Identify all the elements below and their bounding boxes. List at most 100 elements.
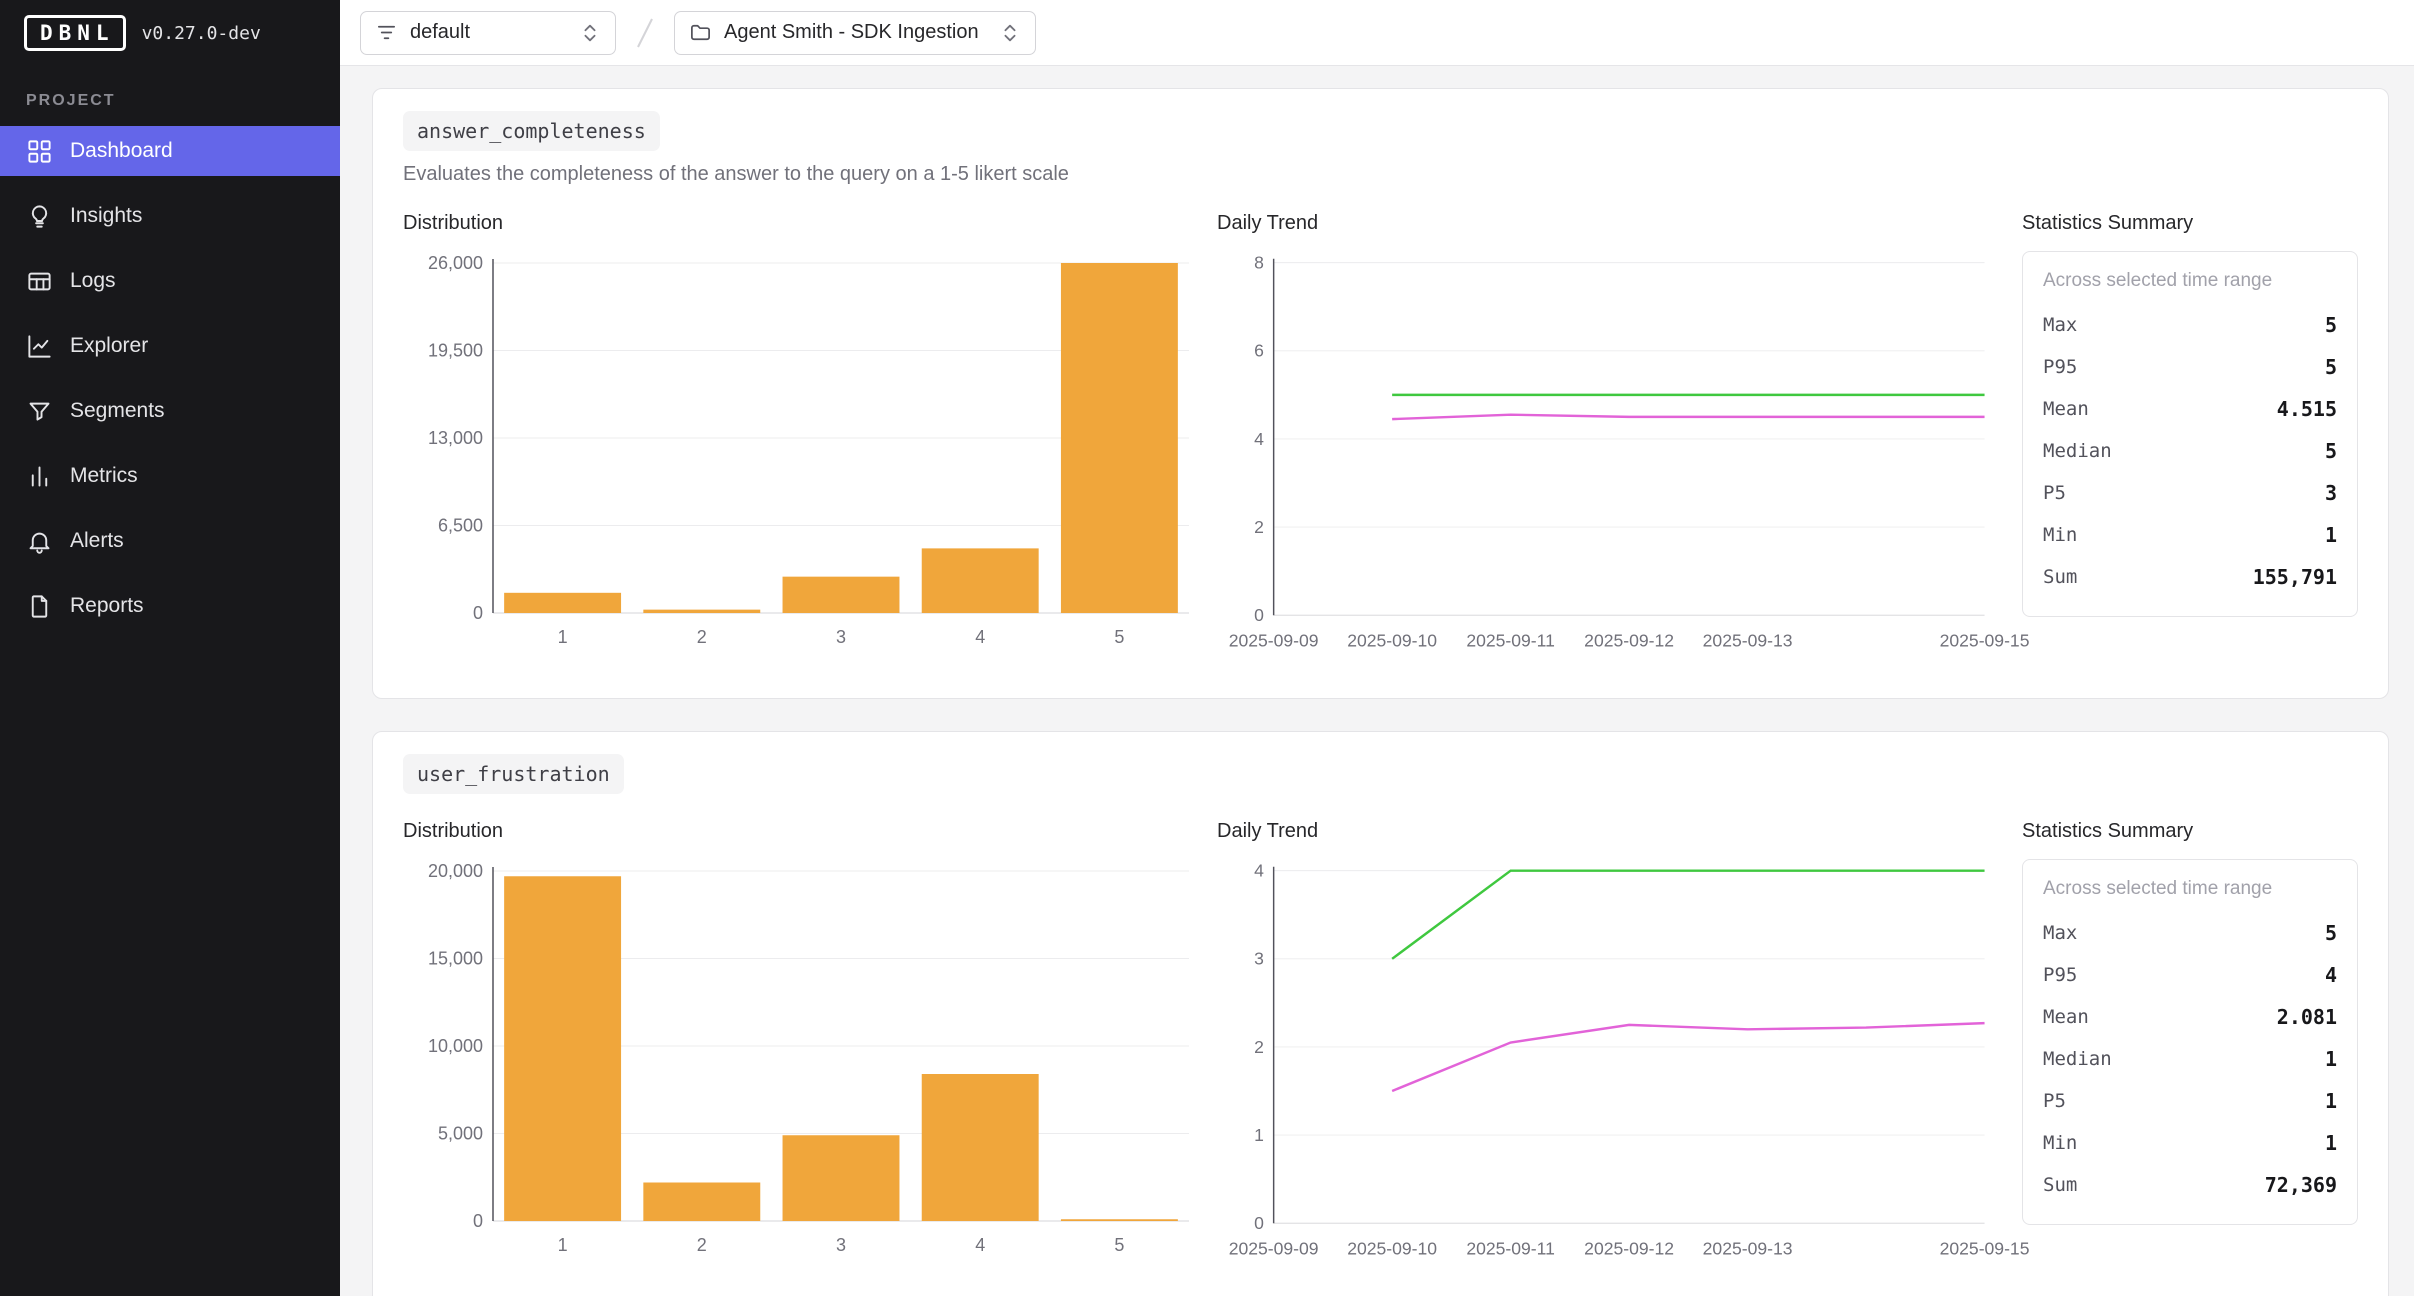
svg-text:2025-09-09: 2025-09-09 (1229, 630, 1319, 650)
sidebar-nav: Dashboard Insights Logs Explorer Segment… (0, 126, 340, 646)
svg-text:6,500: 6,500 (438, 516, 483, 536)
stat-value: 1 (2325, 1047, 2337, 1071)
svg-text:4: 4 (1254, 429, 1264, 449)
svg-text:20,000: 20,000 (428, 861, 483, 881)
stat-row: P954 (2043, 954, 2337, 996)
stat-label: Min (2043, 524, 2077, 546)
svg-text:1: 1 (1254, 1125, 1264, 1145)
svg-text:0: 0 (473, 603, 483, 623)
svg-text:19,500: 19,500 (428, 341, 483, 361)
svg-text:10,000: 10,000 (428, 1036, 483, 1056)
stat-label: Mean (2043, 398, 2089, 420)
stat-value: 3 (2325, 481, 2337, 505)
stat-row: P5 3 (2043, 472, 2337, 514)
dashboard-grid-icon (26, 138, 53, 165)
section-title-statistics: Statistics Summary (2022, 212, 2358, 235)
stat-row: Mean 2.081 (2043, 996, 2337, 1038)
tag-select[interactable]: default (360, 11, 616, 55)
stat-label: P5 (2043, 1090, 2066, 1112)
svg-text:2025-09-11: 2025-09-11 (1466, 1238, 1555, 1258)
stat-label: Mean (2043, 1006, 2089, 1028)
stat-row: Median 1 (2043, 1038, 2337, 1080)
bell-icon (26, 528, 53, 555)
distribution-section: Distribution 06,50013,00019,50026,000123… (403, 212, 1203, 664)
svg-text:4: 4 (975, 627, 985, 647)
sidebar-item-metrics[interactable]: Metrics (0, 451, 340, 501)
distribution-bar-chart: 06,50013,00019,50026,00012345 (403, 249, 1203, 659)
section-title-daily-trend: Daily Trend (1217, 212, 2008, 235)
svg-text:5: 5 (1114, 627, 1124, 647)
main-area: default Agent Smith - SDK Ingestion answ… (340, 0, 2414, 1296)
sidebar-item-segments[interactable]: Segments (0, 386, 340, 436)
filter-icon (375, 21, 398, 44)
svg-text:26,000: 26,000 (428, 253, 483, 273)
version-label: v0.27.0-dev (142, 23, 261, 44)
stat-row: Max5 (2043, 912, 2337, 954)
sidebar-item-label: Reports (70, 594, 144, 618)
statistics-section: Statistics Summary Across selected time … (2022, 212, 2358, 664)
stat-label: P95 (2043, 356, 2077, 378)
stats-note: Across selected time range (2043, 878, 2337, 900)
sidebar-item-logs[interactable]: Logs (0, 256, 340, 306)
project-select-value: Agent Smith - SDK Ingestion (724, 21, 987, 44)
svg-text:2: 2 (697, 1235, 707, 1255)
stat-label: Max (2043, 314, 2077, 336)
section-title-daily-trend: Daily Trend (1217, 820, 2008, 843)
sidebar-item-label: Logs (70, 269, 116, 293)
chevron-up-down-icon (579, 22, 601, 44)
metric-description: Evaluates the completeness of the answer… (403, 163, 2358, 186)
dashboard-content: answer_completeness Evaluates the comple… (340, 66, 2414, 1296)
sidebar-item-alerts[interactable]: Alerts (0, 516, 340, 566)
sidebar-item-explorer[interactable]: Explorer (0, 321, 340, 371)
svg-text:2025-09-13: 2025-09-13 (1703, 1238, 1793, 1258)
daily-trend-line-chart: 012342025-09-092025-09-102025-09-112025-… (1217, 857, 2008, 1272)
stat-row: P955 (2043, 346, 2337, 388)
svg-text:6: 6 (1254, 341, 1264, 361)
folder-icon (689, 21, 712, 44)
stat-value: 5 (2325, 313, 2337, 337)
stat-row: Sum155,791 (2043, 556, 2337, 598)
svg-text:0: 0 (473, 1211, 483, 1231)
svg-text:5: 5 (1114, 1235, 1124, 1255)
stat-row: Median5 (2043, 430, 2337, 472)
funnel-icon (26, 398, 53, 425)
stats-note: Across selected time range (2043, 270, 2337, 292)
stat-label: Min (2043, 1132, 2077, 1154)
project-select[interactable]: Agent Smith - SDK Ingestion (674, 11, 1036, 55)
svg-text:2: 2 (1254, 1037, 1264, 1057)
svg-text:1: 1 (558, 627, 568, 647)
topbar: default Agent Smith - SDK Ingestion (340, 0, 2414, 66)
statistics-summary-box: Across selected time range Max5P954 Mean 2… (2022, 859, 2358, 1225)
stat-value: 4 (2325, 963, 2337, 987)
svg-text:2025-09-12: 2025-09-12 (1584, 1238, 1674, 1258)
stat-value: 4.515 (2277, 397, 2337, 421)
svg-text:3: 3 (836, 1235, 846, 1255)
stat-value: 2.081 (2277, 1005, 2337, 1029)
document-icon (26, 593, 53, 620)
distribution-bar-chart: 05,00010,00015,00020,00012345 (403, 857, 1203, 1267)
lightbulb-icon (26, 203, 53, 230)
sidebar-item-label: Alerts (70, 529, 124, 553)
sidebar-item-label: Dashboard (70, 139, 173, 163)
svg-text:0: 0 (1254, 1213, 1264, 1233)
section-title-distribution: Distribution (403, 820, 1203, 843)
statistics-summary-box: Across selected time range Max5P955Mean4… (2022, 251, 2358, 617)
svg-text:2: 2 (1254, 517, 1264, 537)
sidebar-item-reports[interactable]: Reports (0, 581, 340, 631)
stat-value: 1 (2325, 523, 2337, 547)
svg-text:2025-09-15: 2025-09-15 (1940, 1238, 2030, 1258)
stat-row: Max 5 (2043, 304, 2337, 346)
svg-text:2025-09-13: 2025-09-13 (1703, 630, 1793, 650)
svg-text:2025-09-11: 2025-09-11 (1466, 630, 1555, 650)
sidebar-item-insights[interactable]: Insights (0, 191, 340, 241)
stat-label: Median (2043, 1048, 2112, 1070)
sidebar-item-dashboard[interactable]: Dashboard (0, 126, 340, 176)
stat-value: 5 (2325, 921, 2337, 945)
stat-value: 5 (2325, 439, 2337, 463)
svg-text:2025-09-10: 2025-09-10 (1347, 1238, 1437, 1258)
stat-label: P5 (2043, 482, 2066, 504)
section-title-distribution: Distribution (403, 212, 1203, 235)
svg-text:5,000: 5,000 (438, 1124, 483, 1144)
svg-text:2025-09-10: 2025-09-10 (1347, 630, 1437, 650)
stat-value: 72,369 (2265, 1173, 2337, 1197)
